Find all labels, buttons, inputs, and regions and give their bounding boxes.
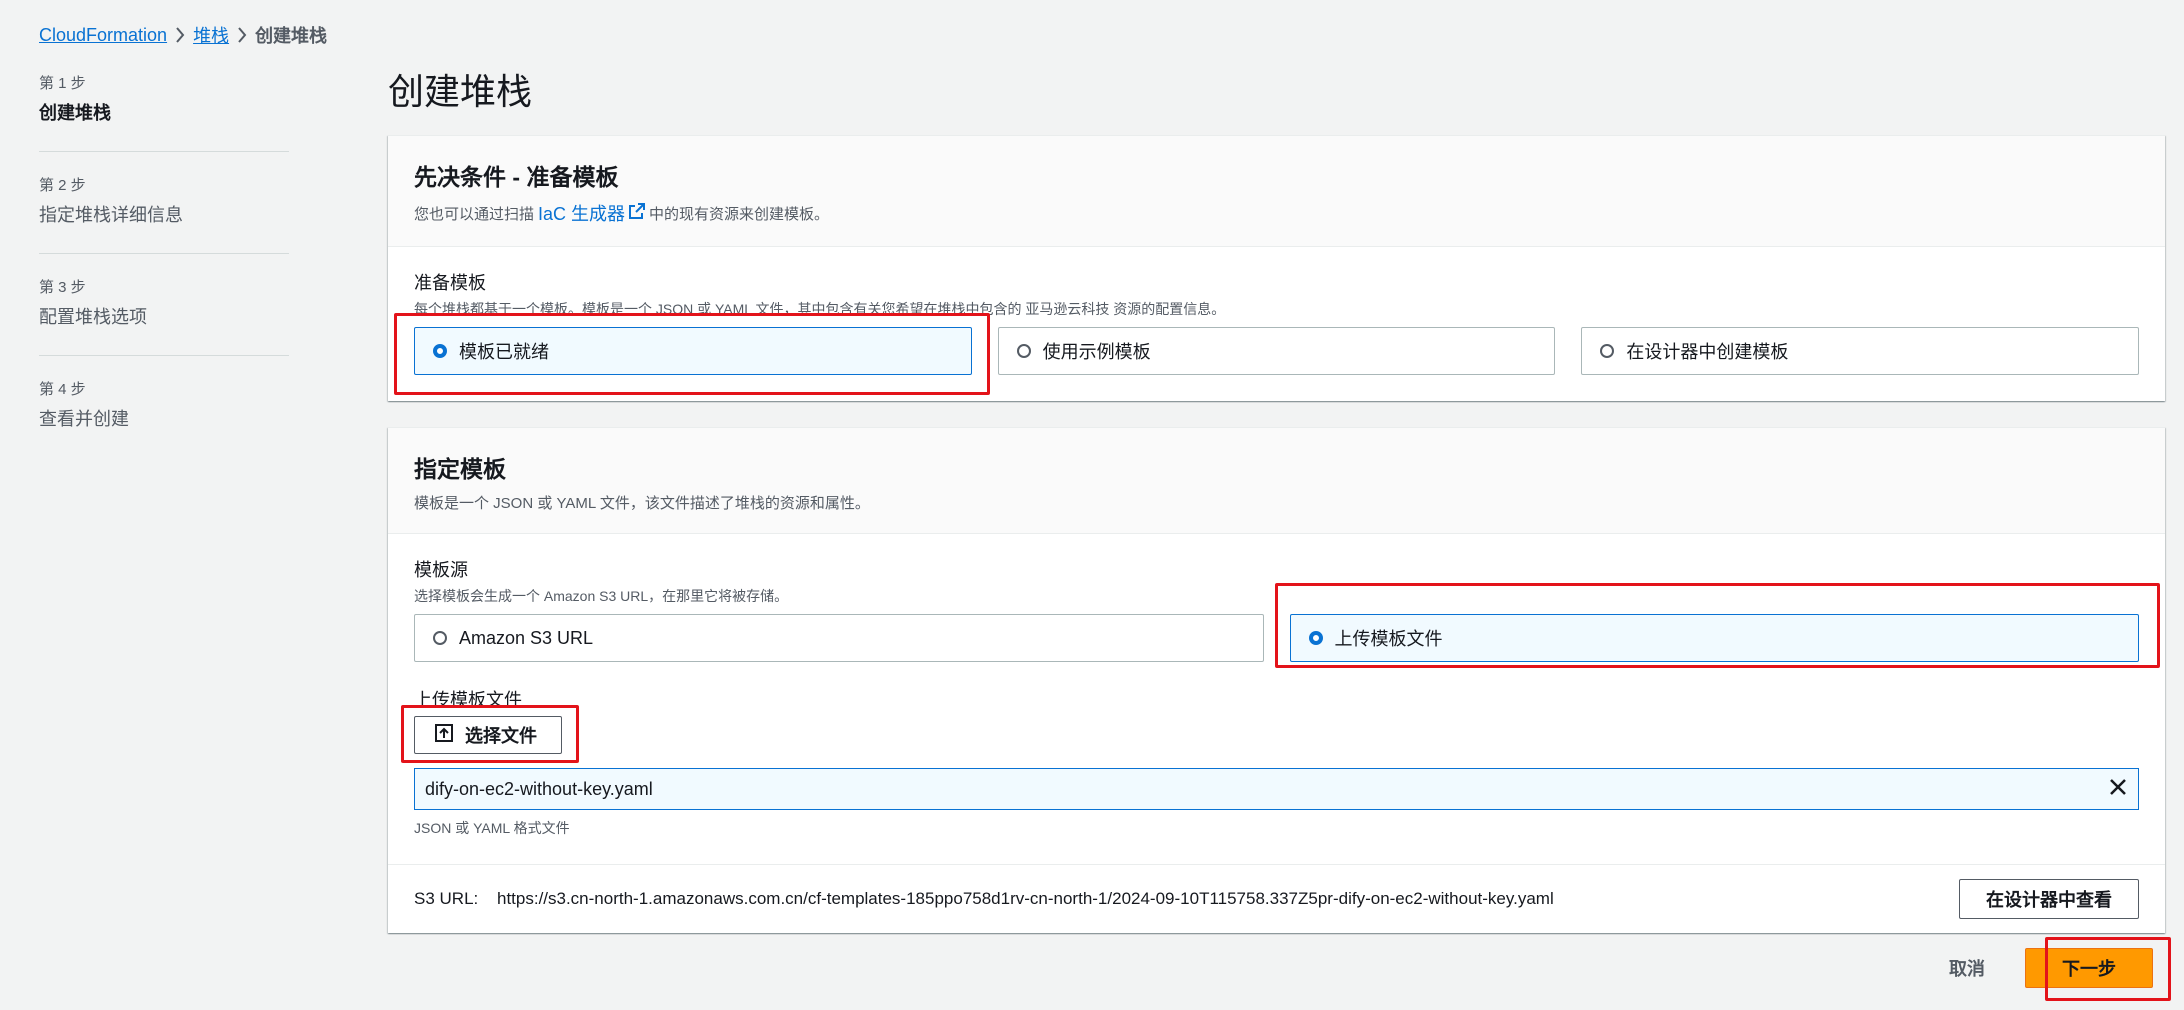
radio-selected-icon [1308,631,1323,646]
chevron-right-icon [229,26,255,44]
option-sample-template[interactable]: 使用示例模板 [997,327,1556,376]
breadcrumb: CloudFormation 堆栈 创建堆栈 [39,22,327,48]
step-title: 配置堆栈选项 [39,307,147,327]
wizard-steps: 第 1 步 创建堆栈 第 2 步 指定堆栈详细信息 第 3 步 配置堆栈选项 第… [39,72,289,479]
selected-file: dify-on-ec2-without-key.yaml [414,768,2139,811]
cancel-button[interactable]: 取消 [1949,955,1985,981]
file-format-hint: JSON 或 YAML 格式文件 [414,820,570,837]
option-label: Amazon S3 URL [459,627,594,648]
step-number: 第 1 步 [39,75,86,92]
wizard-footer: 取消 下一步 [1949,948,2153,988]
option-label: 使用示例模板 [1042,342,1151,363]
chevron-right-icon [167,26,193,44]
prepare-template-label: 准备模板 [414,273,486,294]
desc-text: 中的现有资源来创建模板。 [649,205,830,223]
step-number: 第 3 步 [39,279,86,296]
specify-template-panel: 指定模板 模板是一个 JSON 或 YAML 文件，该文件描述了堆栈的资源和属性… [388,427,2165,934]
step-2[interactable]: 第 2 步 指定堆栈详细信息 [39,174,289,254]
choose-file-label: 选择文件 [465,726,537,747]
step-title: 创建堆栈 [39,103,111,123]
upload-icon [435,723,453,747]
panel-body: 模板源 选择模板会生成一个 Amazon S3 URL，在那里它将被存储。 Am… [388,534,2165,864]
close-icon[interactable] [2108,777,2128,802]
breadcrumb-stacks[interactable]: 堆栈 [193,22,229,48]
choose-file-button[interactable]: 选择文件 [414,716,562,755]
option-template-ready[interactable]: 模板已就绪 [414,327,972,376]
template-source-desc: 选择模板会生成一个 Amazon S3 URL，在那里它将被存储。 [414,588,789,605]
panel-body: 准备模板 每个堆栈都基于一个模板。模板是一个 JSON 或 YAML 文件，其中… [388,247,2165,401]
iac-link-label: IaC 生成器 [538,204,626,225]
view-in-designer-button[interactable]: 在设计器中查看 [1959,879,2139,920]
radio-unselected-icon [433,631,447,646]
prepare-template-desc: 每个堆栈都基于一个模板。模板是一个 JSON 或 YAML 文件，其中包含有关您… [414,301,1226,318]
breadcrumb-cloudformation[interactable]: CloudFormation [39,25,167,46]
s3-url-label: S3 URL: [414,889,479,909]
template-source-label: 模板源 [414,560,468,581]
breadcrumb-current: 创建堆栈 [255,26,328,46]
option-upload-file[interactable]: 上传模板文件 [1289,614,2139,663]
radio-unselected-icon [1600,344,1615,359]
prerequisite-panel: 先决条件 - 准备模板 您也可以通过扫描 IaC 生成器 中的现有资源来创建模板… [388,135,2165,402]
file-name: dify-on-ec2-without-key.yaml [425,778,653,799]
step-3[interactable]: 第 3 步 配置堆栈选项 [39,276,289,356]
radio-selected-icon [433,344,447,359]
option-label: 模板已就绪 [459,342,549,363]
page-title: 创建堆栈 [388,71,533,112]
panel-title: 指定模板 [414,456,506,483]
s3-url-row: S3 URL: https://s3.cn-north-1.amazonaws.… [388,864,2165,933]
panel-description: 您也可以通过扫描 IaC 生成器 中的现有资源来创建模板。 [414,200,2139,226]
s3-url-info: S3 URL: https://s3.cn-north-1.amazonaws.… [414,889,1554,909]
panel-description: 模板是一个 JSON 或 YAML 文件，该文件描述了堆栈的资源和属性。 [414,495,870,513]
upload-file-label: 上传模板文件 [414,690,522,711]
s3-url-value: https://s3.cn-north-1.amazonaws.com.cn/c… [496,889,1554,909]
step-1: 第 1 步 创建堆栈 [39,72,289,152]
template-source-options: Amazon S3 URL 上传模板文件 [414,614,2139,663]
prepare-template-options: 模板已就绪 使用示例模板 在设计器中创建模板 [414,327,2140,376]
option-designer-template[interactable]: 在设计器中创建模板 [1581,327,2140,376]
option-label: 在设计器中创建模板 [1626,342,1789,363]
step-number: 第 2 步 [39,177,86,194]
radio-unselected-icon [1016,344,1031,359]
desc-text: 您也可以通过扫描 [414,205,535,223]
step-title: 查看并创建 [39,409,129,429]
next-button[interactable]: 下一步 [2025,948,2153,988]
main-content: 创建堆栈 先决条件 - 准备模板 您也可以通过扫描 IaC 生成器 中的现有资源… [388,70,2165,959]
panel-header: 先决条件 - 准备模板 您也可以通过扫描 IaC 生成器 中的现有资源来创建模板… [388,136,2165,248]
option-label: 上传模板文件 [1334,629,1443,650]
panel-header: 指定模板 模板是一个 JSON 或 YAML 文件，该文件描述了堆栈的资源和属性… [388,428,2165,535]
step-title: 指定堆栈详细信息 [39,205,183,225]
external-link-icon [629,202,646,224]
panel-title: 先决条件 - 准备模板 [414,164,619,191]
step-4[interactable]: 第 4 步 查看并创建 [39,378,289,457]
option-s3-url[interactable]: Amazon S3 URL [414,614,1264,663]
step-number: 第 4 步 [39,381,86,398]
iac-generator-link[interactable]: IaC 生成器 [538,200,646,226]
